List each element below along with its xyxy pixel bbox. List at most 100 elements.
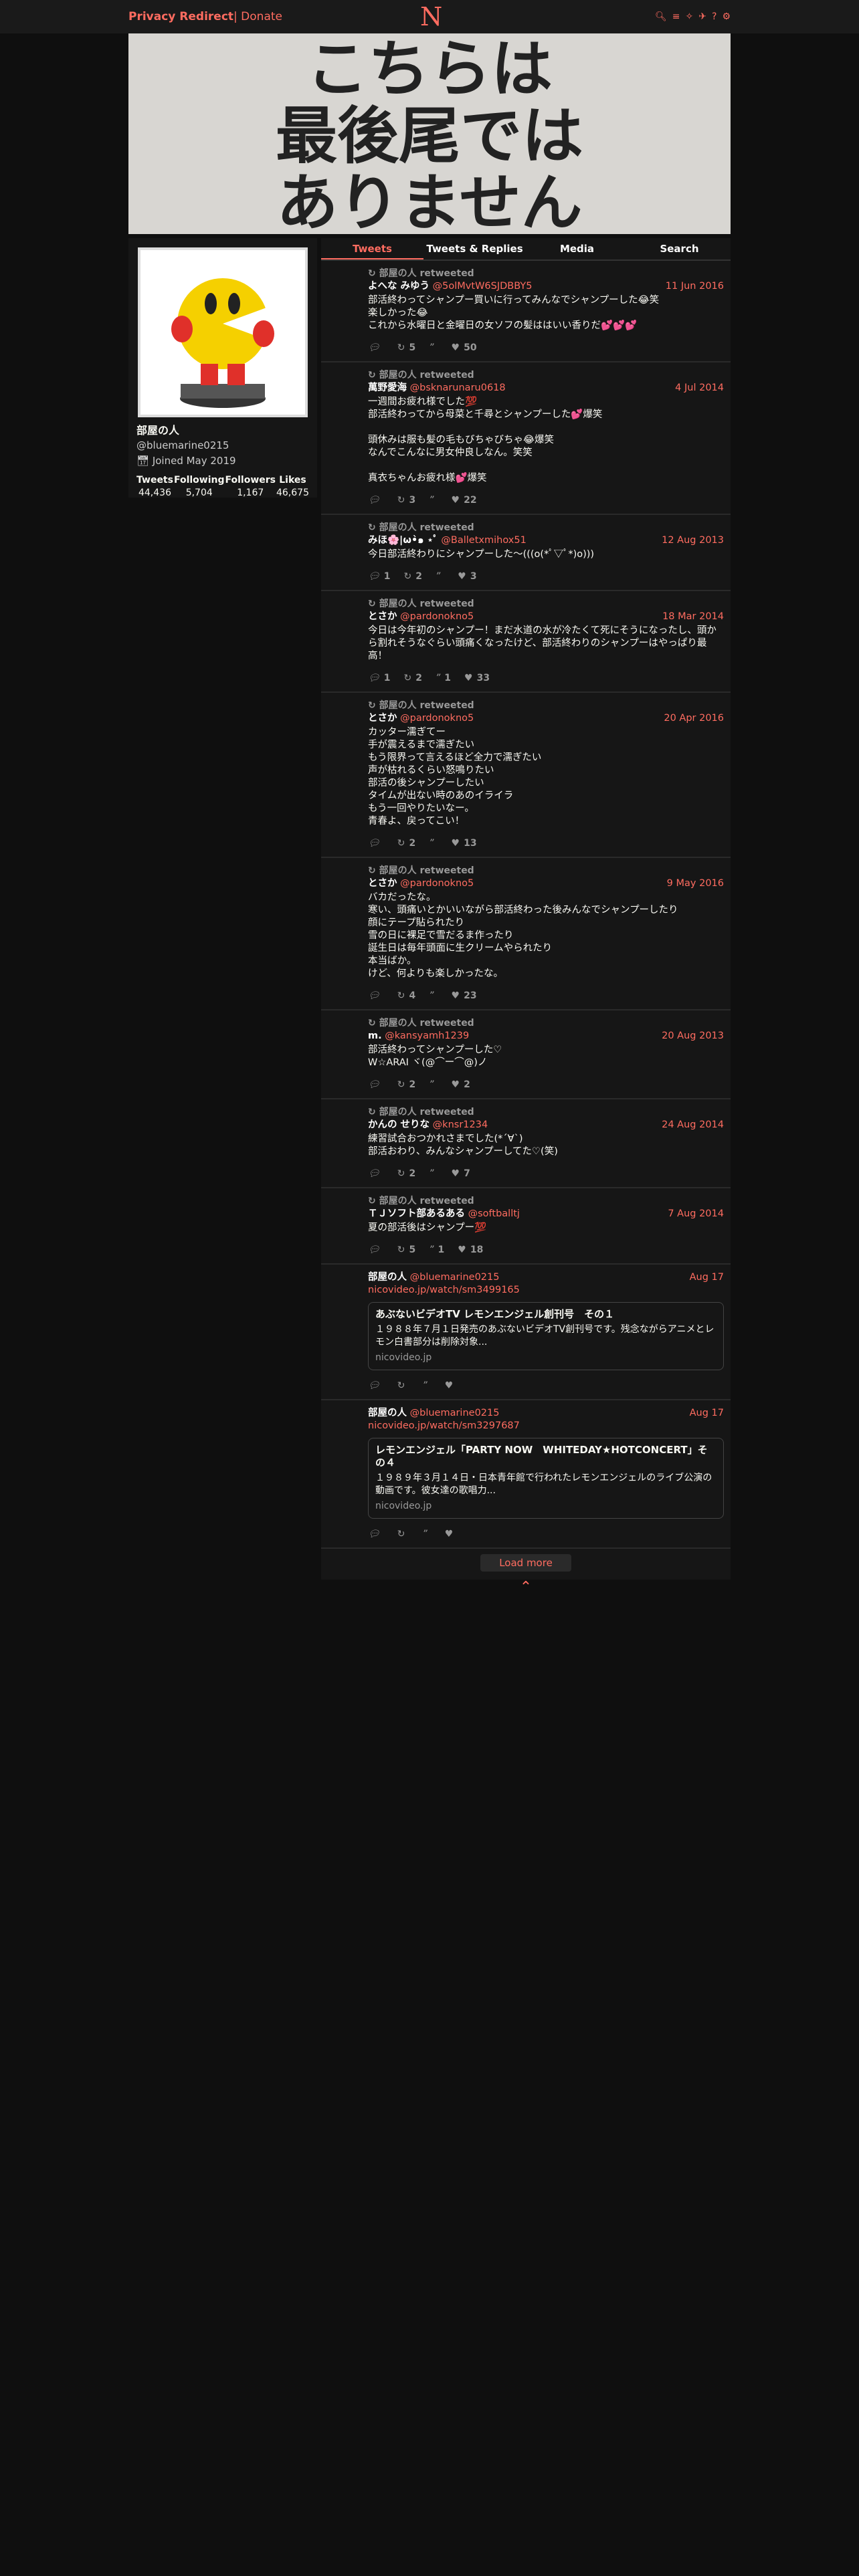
tweet[interactable]: ↻ 部屋の人 retweeted 萬野愛海 @bsknarunaru0618 4 J…: [321, 362, 731, 515]
quote-stat[interactable]: ”: [429, 837, 438, 850]
profile-username[interactable]: @bluemarine0215: [136, 439, 309, 452]
reply-stat[interactable]: 💬︎: [368, 342, 384, 354]
twitter-icon[interactable]: ✧: [686, 11, 694, 23]
tweet-date[interactable]: 11 Jun 2016: [666, 280, 724, 293]
link-card[interactable]: あぶないビデオTV レモンエンジェル創刊号 その１ １９８８年７月１日発売のあぶな…: [368, 1302, 724, 1370]
tweet-author-name[interactable]: m.: [368, 1031, 382, 1041]
retweet-stat[interactable]: ↻ 5: [397, 1244, 415, 1257]
quote-stat[interactable]: ”: [429, 494, 438, 507]
reply-stat[interactable]: 💬︎: [368, 990, 384, 1002]
like-stat[interactable]: ♥ 7: [452, 1168, 470, 1180]
tweet-date[interactable]: 12 Aug 2013: [662, 534, 724, 547]
like-stat[interactable]: ♥ 33: [464, 672, 490, 685]
load-more-button[interactable]: Load more: [480, 1554, 571, 1572]
retweet-stat[interactable]: ↻ 5: [397, 342, 415, 354]
retweet-stat[interactable]: ↻ 2: [397, 1168, 415, 1180]
tweet[interactable]: 部屋の人 @bluemarine0215 Aug 17 nicovideo.jp/w…: [321, 1265, 731, 1400]
tab-media[interactable]: Media: [526, 238, 628, 259]
reply-stat[interactable]: 💬︎: [368, 837, 384, 850]
quote-stat[interactable]: ”: [436, 570, 444, 583]
tweet-date[interactable]: 20 Apr 2016: [664, 712, 724, 725]
like-stat[interactable]: ♥ 13: [452, 837, 477, 850]
birdsite-icon[interactable]: ✈: [698, 11, 706, 23]
tweet[interactable]: ↻ 部屋の人 retweeted m. @kansyamh1239 20 Aug 2…: [321, 1010, 731, 1099]
tweet-author-name[interactable]: とさか: [368, 611, 397, 622]
retweet-stat[interactable]: ↻: [397, 1380, 409, 1392]
stat-followers[interactable]: Followers 1,167: [225, 474, 276, 500]
quote-stat[interactable]: ”: [429, 1079, 438, 1091]
like-stat[interactable]: ♥ 22: [452, 494, 477, 507]
tweet-date[interactable]: Aug 17: [690, 1271, 724, 1284]
like-stat[interactable]: ♥ 18: [458, 1244, 483, 1257]
donate-link[interactable]: | Donate: [233, 10, 282, 23]
reply-stat[interactable]: 💬︎: [368, 494, 384, 507]
like-stat[interactable]: ♥: [445, 1380, 458, 1392]
tab-tweets-replies[interactable]: Tweets & Replies: [423, 238, 526, 259]
link-card[interactable]: レモンエンジェル「PARTY NOW WHITEDAY★HOTCONCERT」そ…: [368, 1438, 724, 1519]
tweet-author-name[interactable]: とさか: [368, 878, 397, 889]
arrow-up-icon[interactable]: ⌃: [321, 1580, 731, 1595]
tweet[interactable]: ↻ 部屋の人 retweeted みほ🌸|ω•̀๑ ⋆ﾟ @Balletxmiho…: [321, 515, 731, 591]
tweet-author-username[interactable]: @pardonokno5: [400, 713, 474, 724]
tweet-author-username[interactable]: @bluemarine0215: [410, 1272, 500, 1283]
tweet-author-username[interactable]: @softballtj: [468, 1208, 520, 1219]
tweet[interactable]: ↻ 部屋の人 retweeted とさか @pardonokno5 18 Mar 2…: [321, 591, 731, 693]
privacy-redirect-link[interactable]: Privacy Redirect: [128, 10, 233, 23]
reply-stat[interactable]: 💬︎: [368, 1528, 384, 1541]
tweet-author-username[interactable]: @bluemarine0215: [410, 1408, 500, 1418]
tweet-author-name[interactable]: 萬野愛海: [368, 383, 407, 393]
like-stat[interactable]: ♥: [445, 1528, 458, 1541]
avatar[interactable]: [138, 247, 308, 417]
reply-stat[interactable]: 💬︎: [368, 1380, 384, 1392]
tweet-date[interactable]: 18 Mar 2014: [662, 611, 724, 623]
tweet-author-name[interactable]: みほ🌸|ω•̀๑ ⋆ﾟ: [368, 535, 438, 546]
tweet[interactable]: ↻ 部屋の人 retweeted かんの せりな @knsr1234 24 Aug …: [321, 1099, 731, 1188]
quote-stat[interactable]: ”: [423, 1380, 432, 1392]
tweet-author-username[interactable]: @kansyamh1239: [385, 1031, 469, 1041]
tweet-link[interactable]: nicovideo.jp/watch/sm3499165: [368, 1284, 724, 1297]
tweet[interactable]: ↻ 部屋の人 retweeted とさか @pardonokno5 20 Apr 2…: [321, 693, 731, 858]
quote-stat[interactable]: ”: [429, 342, 438, 354]
quote-stat[interactable]: ”: [429, 1168, 438, 1180]
like-stat[interactable]: ♥ 50: [452, 342, 477, 354]
reply-stat[interactable]: 💬︎ 1: [368, 672, 391, 685]
search-icon[interactable]: 🔍︎: [655, 11, 667, 23]
tweet-date[interactable]: Aug 17: [690, 1407, 724, 1420]
tweet-author-name[interactable]: ＴＪソフト部あるある: [368, 1208, 465, 1219]
retweet-stat[interactable]: ↻ 2: [397, 1079, 415, 1091]
tweet-author-name[interactable]: よへな みゆう: [368, 281, 430, 292]
like-stat[interactable]: ♥ 23: [452, 990, 477, 1002]
retweet-stat[interactable]: ↻ 3: [397, 494, 415, 507]
stat-following[interactable]: Following 5,704: [174, 474, 225, 500]
retweet-stat[interactable]: ↻: [397, 1528, 409, 1541]
tweet[interactable]: ↻ 部屋の人 retweeted よへな みゆう @5olMvtW6SJDBBY5…: [321, 261, 731, 362]
quote-stat[interactable]: ”: [423, 1528, 432, 1541]
retweet-stat[interactable]: ↻ 2: [404, 570, 422, 583]
tweet-date[interactable]: 7 Aug 2014: [668, 1208, 724, 1220]
tab-search[interactable]: Search: [628, 238, 731, 259]
reply-stat[interactable]: 💬︎: [368, 1244, 384, 1257]
retweet-stat[interactable]: ↻ 4: [397, 990, 415, 1002]
quote-stat[interactable]: ” 1: [436, 672, 451, 685]
quote-stat[interactable]: ” 1: [429, 1244, 444, 1257]
tweet-author-username[interactable]: @Balletxmihox51: [441, 535, 526, 546]
tweet-date[interactable]: 9 May 2016: [667, 877, 724, 890]
rss-icon[interactable]: ≡: [672, 11, 680, 23]
tweet-author-name[interactable]: 部屋の人: [368, 1408, 407, 1418]
tweet-author-username[interactable]: @5olMvtW6SJDBBY5: [433, 281, 533, 292]
tweet-author-username[interactable]: @pardonokno5: [400, 611, 474, 622]
nitter-logo[interactable]: N: [420, 4, 442, 29]
tweet-author-username[interactable]: @knsr1234: [433, 1119, 488, 1130]
reply-stat[interactable]: 💬︎: [368, 1168, 384, 1180]
tweet-author-username[interactable]: @bsknarunaru0618: [410, 383, 506, 393]
tweet-author-name[interactable]: とさか: [368, 713, 397, 724]
reply-stat[interactable]: 💬︎: [368, 1079, 384, 1091]
quote-stat[interactable]: ”: [429, 990, 438, 1002]
like-stat[interactable]: ♥ 3: [458, 570, 476, 583]
retweet-stat[interactable]: ↻ 2: [404, 672, 422, 685]
tweet-author-username[interactable]: @pardonokno5: [400, 878, 474, 889]
tab-tweets[interactable]: Tweets: [321, 238, 423, 259]
tweet-author-name[interactable]: かんの せりな: [368, 1119, 430, 1130]
reply-stat[interactable]: 💬︎ 1: [368, 570, 391, 583]
tweet[interactable]: ↻ 部屋の人 retweeted ＴＪソフト部あるある @softballtj 7 …: [321, 1188, 731, 1265]
